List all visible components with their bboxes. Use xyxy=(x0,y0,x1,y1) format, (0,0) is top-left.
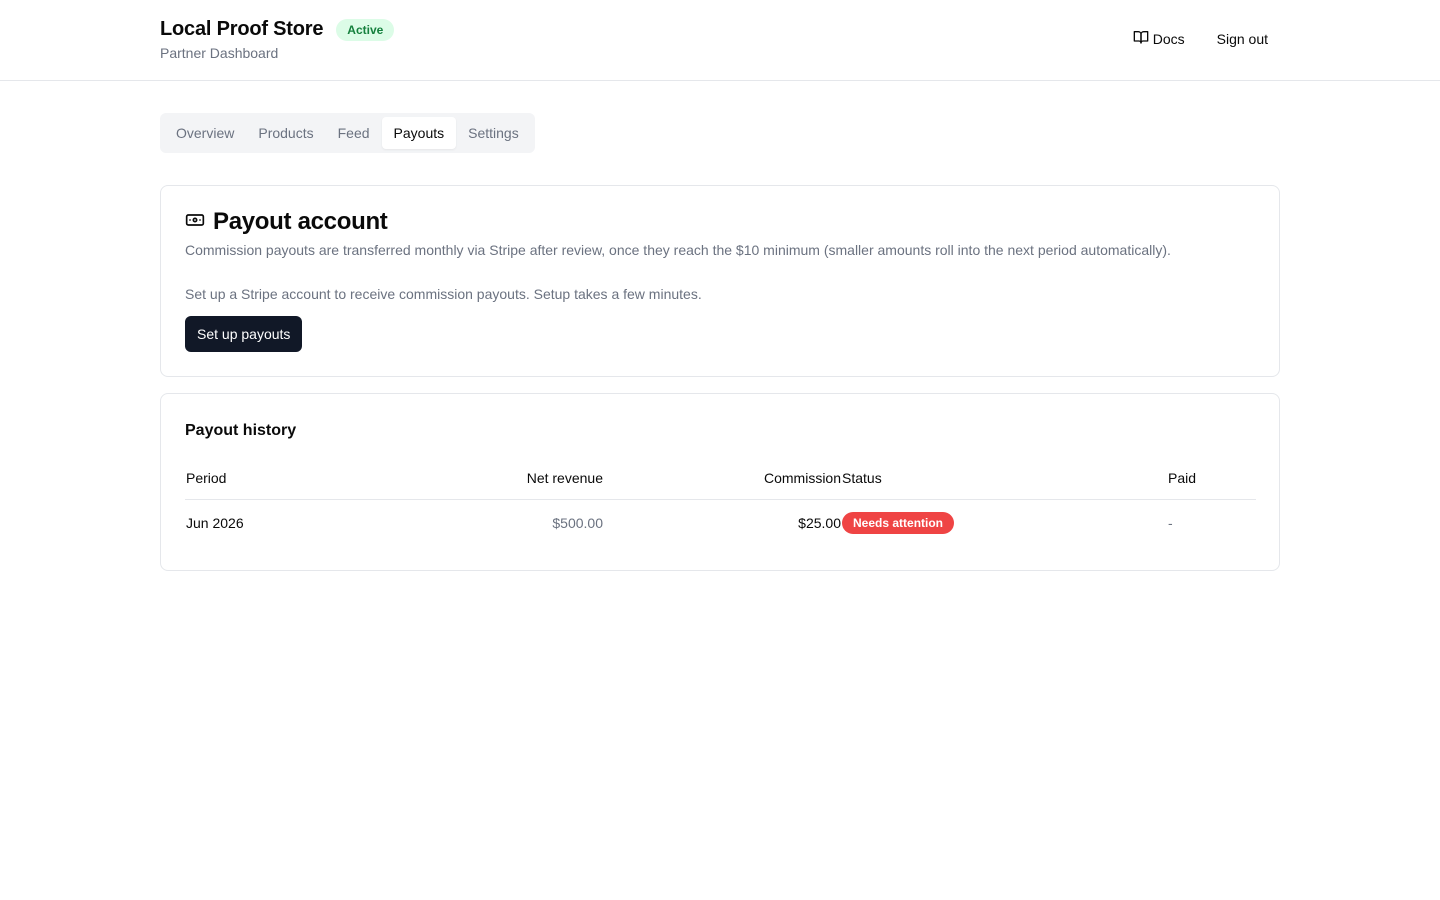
docs-link[interactable]: Docs xyxy=(1133,29,1185,48)
sign-out-button[interactable]: Sign out xyxy=(1217,31,1268,47)
set-up-payouts-button[interactable]: Set up payouts xyxy=(185,316,303,352)
tab-payouts[interactable]: Payouts xyxy=(381,117,457,149)
payout-account-title: Payout account xyxy=(213,208,388,235)
column-header-paid: Paid xyxy=(1168,469,1197,486)
table-header-row: Period Net revenue Commission Status Pai… xyxy=(185,456,1256,500)
cell-period: Jun 2026 xyxy=(186,515,244,531)
tab-overview[interactable]: Overview xyxy=(164,117,246,149)
cell-net-revenue: $500.00 xyxy=(552,515,603,531)
tab-feed[interactable]: Feed xyxy=(326,117,382,149)
banknote-icon xyxy=(185,210,205,235)
status-badge: Needs attention xyxy=(842,512,955,534)
dashboard-tabs: Overview Products Feed Payouts Settings xyxy=(160,113,535,153)
store-name: Local Proof Store xyxy=(160,17,324,40)
column-header-net-revenue: Net revenue xyxy=(526,469,603,486)
tab-products[interactable]: Products xyxy=(246,117,325,149)
app-header: Local Proof Store Active Partner Dashboa… xyxy=(0,0,1440,81)
column-header-commission: Commission xyxy=(763,469,841,486)
dashboard-subtitle: Partner Dashboard xyxy=(160,45,279,61)
store-status-badge: Active xyxy=(336,19,395,41)
header-actions: Docs Sign out xyxy=(1133,29,1268,48)
docs-label: Docs xyxy=(1152,30,1185,47)
tab-settings[interactable]: Settings xyxy=(456,117,531,149)
column-header-period: Period xyxy=(186,469,227,486)
cell-commission: $25.00 xyxy=(798,515,841,531)
book-open-icon xyxy=(1133,29,1153,48)
payout-account-description: Commission payouts are transferred month… xyxy=(185,242,1171,258)
cell-paid: - xyxy=(1168,515,1173,531)
column-header-status: Status xyxy=(842,469,882,486)
payout-history-card: Payout history Period Net revenue Commis… xyxy=(160,393,1280,571)
payout-history-table: Period Net revenue Commission Status Pai… xyxy=(185,456,1256,546)
table-row: Jun 2026 $500.00 $25.00 Needs attention … xyxy=(185,500,1256,546)
payout-history-title: Payout history xyxy=(185,422,297,439)
brand: Local Proof Store Active Partner Dashboa… xyxy=(160,17,395,61)
setup-instructions: Set up a Stripe account to receive commi… xyxy=(185,286,702,302)
cell-status: Needs attention xyxy=(842,500,955,546)
payout-account-card: Payout account Commission payouts are tr… xyxy=(160,185,1280,377)
